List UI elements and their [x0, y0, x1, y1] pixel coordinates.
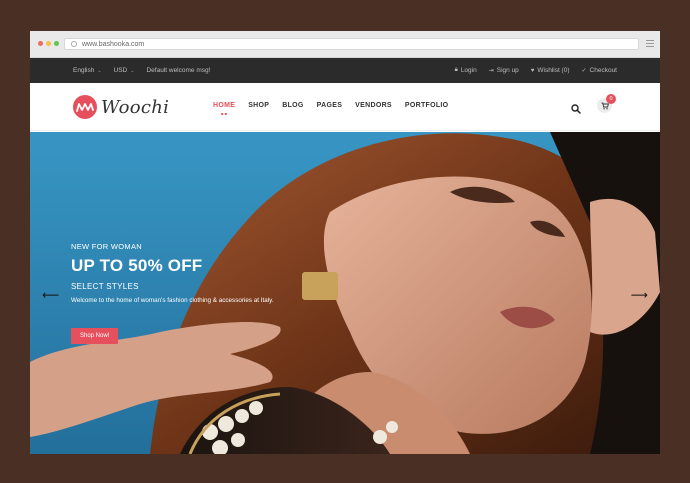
- lock-icon: 🔒︎: [454, 67, 458, 73]
- hero-slider: NEW FOR WOMAN UP TO 50% OFF SELECT STYLE…: [30, 132, 660, 454]
- chevron-down-icon: ⌄: [97, 67, 102, 74]
- logo-text: Woochi: [101, 96, 170, 118]
- nav-home[interactable]: HOME: [213, 102, 235, 109]
- login-label: Login: [460, 67, 477, 74]
- search-icon[interactable]: [571, 101, 581, 114]
- next-arrow-icon[interactable]: ⟶: [631, 289, 648, 301]
- check-icon: ✓: [581, 68, 587, 74]
- logo-icon: [73, 95, 97, 119]
- shop-now-button[interactable]: Shop Now!: [71, 328, 119, 344]
- hero-description: Welcome to the home of woman's fashion c…: [71, 297, 274, 304]
- wishlist-link[interactable]: ♥ Wishlist (0): [531, 67, 570, 74]
- currency-select[interactable]: USD ⌄: [114, 67, 135, 74]
- main-nav: HOME SHOP BLOG PAGES VENDORS PORTFOLIO: [213, 102, 448, 109]
- checkout-link[interactable]: ✓ Checkout: [582, 67, 618, 74]
- prev-arrow-icon[interactable]: ⟵: [42, 289, 59, 301]
- heart-icon: ♥: [530, 67, 535, 74]
- hero-subline: SELECT STYLES: [71, 282, 139, 291]
- welcome-message: Default welcome msg!: [146, 67, 211, 74]
- top-bar: English ⌄ USD ⌄ Default welcome msg! 🔒︎ …: [30, 58, 660, 83]
- url-text: www.bashooka.com: [82, 40, 145, 48]
- cart-count-badge: 0: [606, 94, 616, 104]
- checkout-label: Checkout: [589, 67, 617, 74]
- window-controls: [38, 41, 59, 46]
- nav-blog[interactable]: BLOG: [282, 102, 303, 109]
- browser-chrome: www.bashooka.com: [30, 31, 660, 58]
- hero-headline: UP TO 50% OFF: [71, 256, 203, 275]
- signup-label: Sign up: [496, 67, 519, 74]
- login-link[interactable]: 🔒︎ Login: [455, 67, 477, 74]
- close-dot[interactable]: [38, 41, 43, 46]
- nav-vendors[interactable]: VENDORS: [355, 102, 392, 109]
- nav-shop[interactable]: SHOP: [248, 102, 269, 109]
- chevron-down-icon: ⌄: [130, 67, 135, 74]
- language-label: English: [73, 67, 95, 74]
- browser-window: www.bashooka.com English ⌄ USD ⌄ Default…: [30, 31, 660, 454]
- user-icon: ⇥: [488, 68, 494, 74]
- logo[interactable]: Woochi: [73, 95, 169, 119]
- wishlist-label: Wishlist (0): [537, 67, 570, 74]
- language-select[interactable]: English ⌄: [73, 67, 102, 74]
- currency-label: USD: [113, 67, 128, 74]
- site-header: Woochi HOME SHOP BLOG PAGES VENDORS PORT…: [30, 83, 660, 131]
- address-bar[interactable]: www.bashooka.com: [64, 38, 639, 50]
- cart-button[interactable]: 0: [597, 94, 616, 113]
- menu-icon[interactable]: [646, 40, 654, 49]
- minimize-dot[interactable]: [46, 41, 51, 46]
- maximize-dot[interactable]: [54, 41, 59, 46]
- nav-portfolio[interactable]: PORTFOLIO: [405, 102, 449, 109]
- hero-caption: NEW FOR WOMAN UP TO 50% OFF SELECT STYLE…: [71, 242, 274, 344]
- signup-link[interactable]: ⇥ Sign up: [489, 67, 519, 74]
- nav-pages[interactable]: PAGES: [317, 102, 343, 109]
- url-search-icon: [71, 41, 77, 47]
- hero-eyebrow: NEW FOR WOMAN: [71, 242, 142, 251]
